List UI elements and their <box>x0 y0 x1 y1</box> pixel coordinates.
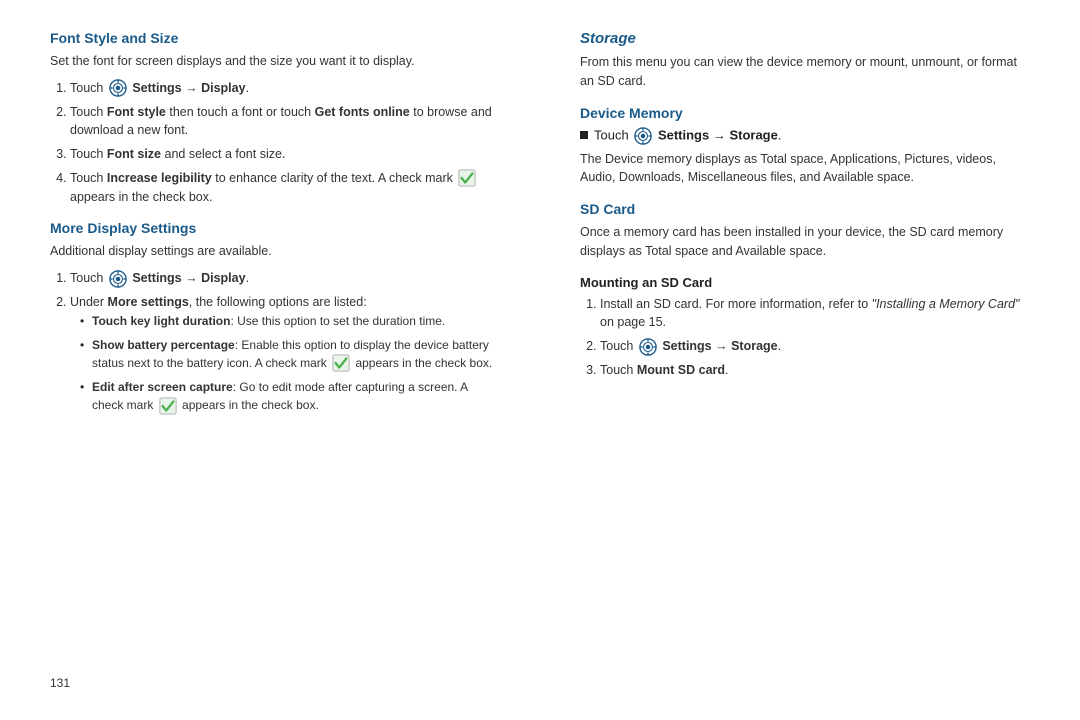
sd-card-desc: Once a memory card has been installed in… <box>580 223 1030 261</box>
font-style-step-2: Touch Font style then touch a font or to… <box>70 103 500 141</box>
bullet-touch-key: Touch key light duration: Use this optio… <box>80 312 500 330</box>
right-column: Storage From this menu you can view the … <box>560 30 1030 666</box>
device-memory-section: Device Memory Touch <box>580 105 1030 188</box>
storage-section: Storage From this menu you can view the … <box>580 30 1030 91</box>
mounting-step-2: Touch Setting <box>600 337 1030 356</box>
mounting-title: Mounting an SD Card <box>580 275 1030 290</box>
bullet-show-battery: Show battery percentage: Enable this opt… <box>80 336 500 373</box>
content-area: Font Style and Size Set the font for scr… <box>50 30 1030 666</box>
font-style-title: Font Style and Size <box>50 30 500 46</box>
font-style-bold-2: Get fonts online <box>315 105 410 119</box>
more-display-bullets: Touch key light duration: Use this optio… <box>70 312 500 416</box>
device-memory-bullet-row: Touch Setting <box>580 127 1030 145</box>
more-settings-bold: More settings <box>108 295 189 309</box>
device-memory-settings-label: Settings → Storage <box>658 127 778 142</box>
font-style-bold-1: Font style <box>107 105 166 119</box>
mounting-step-1: Install an SD card. For more information… <box>600 295 1030 333</box>
square-bullet-icon <box>580 131 588 139</box>
font-style-step-3: Touch Font size and select a font size. <box>70 145 500 164</box>
mounting-steps: Install an SD card. For more information… <box>580 295 1030 380</box>
edit-capture-bold: Edit after screen capture <box>92 380 233 394</box>
more-display-title: More Display Settings <box>50 220 500 236</box>
storage-title: Storage <box>580 30 1030 47</box>
settings-icon-2 <box>109 270 127 288</box>
device-memory-desc: The Device memory displays as Total spac… <box>580 150 1030 188</box>
left-column: Font Style and Size Set the font for scr… <box>50 30 520 666</box>
font-size-bold: Font size <box>107 147 161 161</box>
more-display-section: More Display Settings Additional display… <box>50 220 500 415</box>
more-display-step-2: Under More settings, the following optio… <box>70 293 500 415</box>
mounting-settings-label: Settings → Storage <box>662 339 777 353</box>
settings-label-1: Settings → Display <box>132 81 245 95</box>
device-memory-bullet-text: Touch Setting <box>594 127 781 145</box>
mount-sd-bold: Mount SD card <box>637 363 725 377</box>
settings-label-2: Settings → Display <box>132 271 245 285</box>
more-display-steps: Touch Setting <box>50 269 500 415</box>
increase-legibility-bold: Increase legibility <box>107 171 212 185</box>
settings-icon-4 <box>639 338 657 356</box>
settings-icon-1 <box>109 79 127 97</box>
checkmark-icon-2 <box>332 354 350 372</box>
installing-memory-card-ref: "Installing a Memory Card" <box>872 297 1020 311</box>
checkmark-icon-1 <box>458 169 476 187</box>
storage-desc: From this menu you can view the device m… <box>580 53 1030 91</box>
mounting-section: Mounting an SD Card Install an SD card. … <box>580 275 1030 380</box>
more-display-step-1: Touch Setting <box>70 269 500 288</box>
touch-key-bold: Touch key light duration <box>92 314 230 328</box>
show-battery-bold: Show battery percentage <box>92 338 235 352</box>
sd-card-section: SD Card Once a memory card has been inst… <box>580 201 1030 261</box>
font-style-step-1: Touch Setting <box>70 79 500 98</box>
mounting-step-3: Touch Mount SD card. <box>600 361 1030 380</box>
font-style-desc: Set the font for screen displays and the… <box>50 52 500 71</box>
bullet-edit-capture: Edit after screen capture: Go to edit mo… <box>80 378 500 415</box>
page-number: 131 <box>50 676 1030 690</box>
font-style-step-4: Touch Increase legibility to enhance cla… <box>70 169 500 207</box>
font-style-section: Font Style and Size Set the font for scr… <box>50 30 500 206</box>
settings-icon-3 <box>634 127 652 145</box>
sd-card-title: SD Card <box>580 201 1030 217</box>
device-memory-title: Device Memory <box>580 105 1030 121</box>
more-display-desc: Additional display settings are availabl… <box>50 242 500 261</box>
checkmark-icon-3 <box>159 397 177 415</box>
font-style-steps: Touch Setting <box>50 79 500 207</box>
page: Font Style and Size Set the font for scr… <box>0 0 1080 720</box>
